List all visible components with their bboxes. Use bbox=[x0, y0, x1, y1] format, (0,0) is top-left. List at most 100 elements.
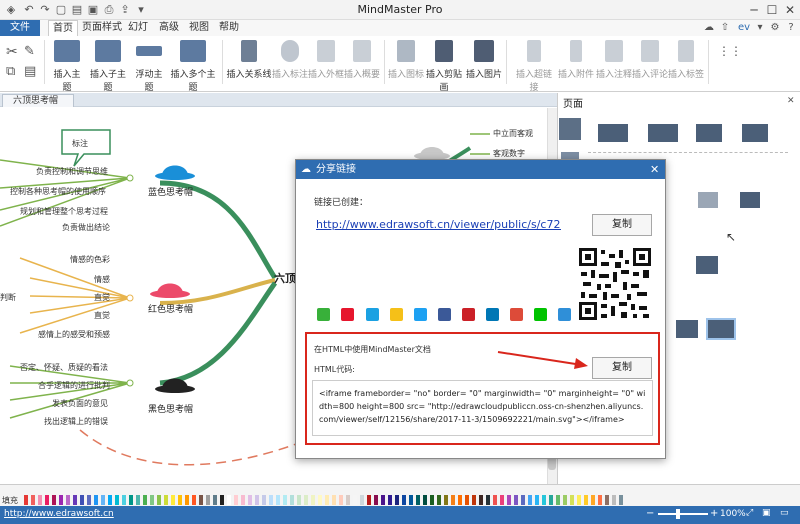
color-swatch[interactable] bbox=[528, 495, 532, 505]
red-hat-item[interactable]: 直觉 bbox=[94, 310, 110, 321]
color-swatch[interactable] bbox=[290, 495, 294, 505]
color-swatch[interactable] bbox=[521, 495, 525, 505]
tab-slides[interactable]: 幻灯片 bbox=[124, 20, 152, 49]
color-swatch[interactable] bbox=[381, 495, 385, 505]
color-swatch[interactable] bbox=[304, 495, 308, 505]
insert-boundary-button[interactable]: 插入外框 bbox=[308, 40, 344, 80]
blue-hat-item[interactable]: 负责做出结论 bbox=[62, 222, 110, 233]
color-swatch[interactable] bbox=[409, 495, 413, 505]
color-swatch[interactable] bbox=[157, 495, 161, 505]
document-tab[interactable]: 六顶思考帽 bbox=[2, 94, 74, 107]
color-swatch[interactable] bbox=[24, 495, 28, 505]
tab-help[interactable]: 帮助 bbox=[216, 20, 242, 36]
color-swatch[interactable] bbox=[458, 495, 462, 505]
insert-multiple-topics-button[interactable]: 插入多个主题 bbox=[168, 40, 218, 93]
insert-icon-button[interactable]: 插入图标 bbox=[388, 40, 424, 80]
color-swatch[interactable] bbox=[598, 495, 602, 505]
color-swatch[interactable] bbox=[444, 495, 448, 505]
zoom-in-icon[interactable]: + bbox=[710, 508, 718, 519]
color-swatch[interactable] bbox=[94, 495, 98, 505]
color-swatch[interactable] bbox=[122, 495, 126, 505]
red-hat-side-label[interactable]: 判断 bbox=[0, 292, 16, 303]
html-code-box[interactable]: <iframe frameborder= "no" border= "0" ma… bbox=[312, 380, 653, 436]
color-swatch[interactable] bbox=[52, 495, 56, 505]
tab-page-style[interactable]: 页面样式 bbox=[80, 20, 124, 36]
color-swatch[interactable] bbox=[269, 495, 273, 505]
black-hat-label[interactable]: 黑色思考帽 bbox=[148, 402, 193, 415]
color-swatch[interactable] bbox=[367, 495, 371, 505]
color-swatch[interactable] bbox=[577, 495, 581, 505]
color-swatch[interactable] bbox=[66, 495, 70, 505]
color-swatch[interactable] bbox=[213, 495, 217, 505]
copy-icon[interactable]: ⧉ bbox=[6, 64, 15, 79]
color-swatch[interactable] bbox=[563, 495, 567, 505]
color-swatch[interactable] bbox=[451, 495, 455, 505]
qzone-icon[interactable] bbox=[390, 308, 403, 321]
help-icon[interactable]: ? bbox=[784, 20, 798, 36]
color-swatch[interactable] bbox=[430, 495, 434, 505]
fit-page-icon[interactable]: ⤢ bbox=[746, 508, 753, 518]
color-swatch[interactable] bbox=[542, 495, 546, 505]
paste-icon[interactable]: ▤ bbox=[24, 64, 36, 79]
blue-hat-label[interactable]: 蓝色思考帽 bbox=[148, 185, 193, 198]
tab-home[interactable]: 首页 bbox=[48, 20, 78, 36]
share-icon[interactable]: ⇧ bbox=[718, 20, 732, 36]
zoom-out-icon[interactable]: − bbox=[646, 508, 654, 519]
share-url-link[interactable]: http://www.edrawsoft.cn/viewer/public/s/… bbox=[316, 218, 561, 231]
color-swatch[interactable] bbox=[45, 495, 49, 505]
color-swatch[interactable] bbox=[31, 495, 35, 505]
panel-pin-icon[interactable]: ✕ bbox=[787, 96, 795, 106]
color-swatch[interactable] bbox=[178, 495, 182, 505]
close-button[interactable]: ✕ bbox=[782, 2, 798, 18]
color-swatch[interactable] bbox=[101, 495, 105, 505]
presentation-icon[interactable]: ▭ bbox=[780, 508, 789, 518]
color-swatch[interactable] bbox=[87, 495, 91, 505]
color-swatch[interactable] bbox=[395, 495, 399, 505]
pinterest-icon[interactable] bbox=[462, 308, 475, 321]
grid-option-icon[interactable] bbox=[696, 256, 718, 274]
format-painter-icon[interactable]: ✎ bbox=[24, 44, 35, 59]
blue-hat-item[interactable]: 负责控制和调节思维 bbox=[36, 166, 108, 177]
color-swatch[interactable] bbox=[535, 495, 539, 505]
file-menu[interactable]: 文件 bbox=[0, 20, 40, 36]
color-swatch[interactable] bbox=[360, 495, 364, 505]
color-swatch[interactable] bbox=[143, 495, 147, 505]
insert-attachment-button[interactable]: 插入附件 bbox=[558, 40, 594, 80]
googleplus-icon[interactable] bbox=[510, 308, 523, 321]
color-swatch[interactable] bbox=[129, 495, 133, 505]
color-swatch[interactable] bbox=[276, 495, 280, 505]
insert-clipart-button[interactable]: 插入剪贴画 bbox=[424, 40, 464, 93]
wechat-icon[interactable] bbox=[317, 308, 330, 321]
color-swatch[interactable] bbox=[353, 495, 357, 505]
right-item[interactable]: 中立而客观 bbox=[493, 128, 533, 139]
color-swatch[interactable] bbox=[612, 495, 616, 505]
color-swatch[interactable] bbox=[206, 495, 210, 505]
copy-link-button[interactable]: 复制 bbox=[592, 214, 652, 236]
style-panel-icon[interactable] bbox=[559, 118, 581, 140]
black-hat-item[interactable]: 否定、怀疑、质疑的看法 bbox=[20, 362, 108, 373]
insert-summary-button[interactable]: 插入概要 bbox=[344, 40, 380, 80]
insert-note-button[interactable]: 插入注释 bbox=[596, 40, 632, 80]
color-swatch[interactable] bbox=[507, 495, 511, 505]
color-swatch[interactable] bbox=[136, 495, 140, 505]
color-swatch[interactable] bbox=[402, 495, 406, 505]
central-topic[interactable]: 六顶 bbox=[274, 270, 296, 286]
color-swatch[interactable] bbox=[150, 495, 154, 505]
facebook-icon[interactable] bbox=[438, 308, 451, 321]
color-swatch[interactable] bbox=[283, 495, 287, 505]
right-item[interactable]: 客观数字 bbox=[493, 148, 525, 159]
color-swatch[interactable] bbox=[185, 495, 189, 505]
color-swatch[interactable] bbox=[332, 495, 336, 505]
minimize-button[interactable]: ─ bbox=[746, 2, 762, 18]
email-icon[interactable] bbox=[558, 308, 571, 321]
black-hat-item[interactable]: 找出逻辑上的错误 bbox=[44, 416, 108, 427]
color-swatch[interactable] bbox=[192, 495, 196, 505]
dialog-close-button[interactable]: ✕ bbox=[650, 160, 659, 179]
insert-callout-button[interactable]: 插入标注 bbox=[272, 40, 308, 80]
red-hat-label[interactable]: 红色思考帽 bbox=[148, 302, 193, 315]
more-tools-icon[interactable]: ⋮⋮ bbox=[718, 44, 742, 58]
color-swatch[interactable] bbox=[325, 495, 329, 505]
weibo-icon[interactable] bbox=[341, 308, 354, 321]
layout-option-icon[interactable] bbox=[742, 124, 768, 142]
color-swatch[interactable] bbox=[423, 495, 427, 505]
